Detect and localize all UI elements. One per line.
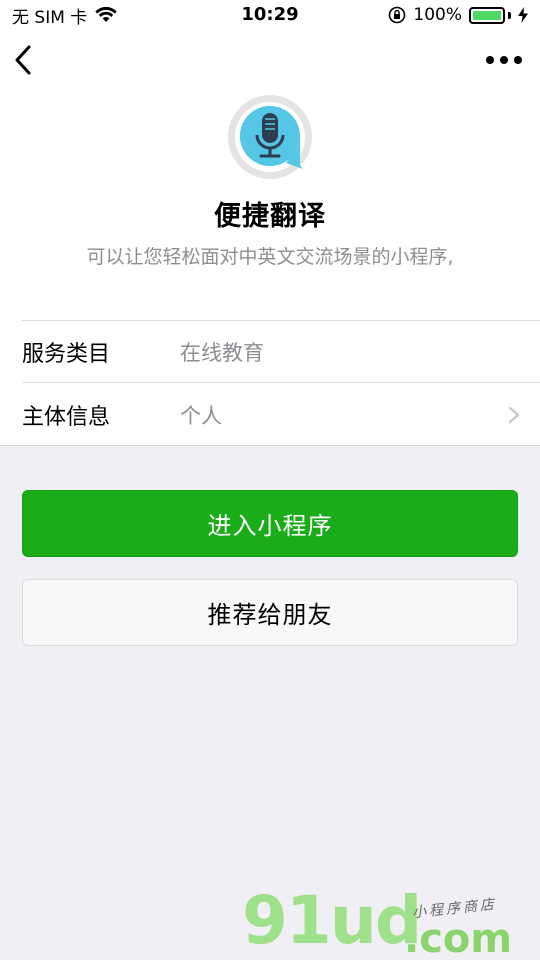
status-bar-right: 100% xyxy=(388,5,528,25)
entity-info-label: 主体信息 xyxy=(22,404,111,430)
enter-mini-program-button[interactable]: 进入小程序 xyxy=(22,490,518,557)
app-name: 便捷翻译 xyxy=(214,201,326,232)
wifi-icon xyxy=(95,7,117,22)
watermark-logo-text: 91ud xyxy=(242,882,422,959)
dot xyxy=(500,56,508,64)
orientation-lock-icon xyxy=(389,6,406,24)
navigation-bar xyxy=(0,30,540,90)
back-arrow-icon[interactable] xyxy=(12,44,36,76)
charging-icon xyxy=(518,7,528,23)
list-divider xyxy=(0,445,540,446)
app-description: 可以让您轻松面对中英文交流场景的小程序, xyxy=(86,246,454,268)
watermark-domain: .com xyxy=(404,916,513,960)
dot xyxy=(486,56,494,64)
status-bar: 无 SIM 卡 10:29 100% xyxy=(0,0,540,30)
service-category-value: 在线教育 xyxy=(180,340,264,365)
dot xyxy=(514,56,522,64)
microphone-icon xyxy=(228,95,312,179)
info-list: 服务类目 在线教育 主体信息 个人 xyxy=(0,320,540,446)
watermark: 91ud 小程序商店 .com xyxy=(236,888,536,960)
battery-icon xyxy=(469,6,511,24)
mini-program-profile-screen: 无 SIM 卡 10:29 100% 便捷翻译 可以让您轻松面对中英文交流场景的… xyxy=(0,0,540,960)
battery-tip xyxy=(508,11,511,19)
watermark-logo: 91ud xyxy=(242,888,422,954)
carrier-label: 无 SIM 卡 xyxy=(12,7,88,28)
more-dots-icon[interactable] xyxy=(486,52,522,68)
battery-percentage: 100% xyxy=(413,5,462,25)
service-category-label: 服务类目 xyxy=(22,341,111,367)
status-bar-left: 无 SIM 卡 xyxy=(12,3,117,28)
entity-info-row[interactable]: 主体信息 个人 xyxy=(0,383,540,446)
entity-info-value: 个人 xyxy=(180,403,222,428)
battery-body xyxy=(469,6,505,24)
chevron-right-icon xyxy=(508,406,520,424)
recommend-to-friends-button[interactable]: 推荐给朋友 xyxy=(22,579,518,646)
service-category-row: 服务类目 在线教育 xyxy=(0,320,540,383)
battery-level xyxy=(473,10,501,20)
app-profile: 便捷翻译 可以让您轻松面对中英文交流场景的小程序, xyxy=(0,90,540,320)
